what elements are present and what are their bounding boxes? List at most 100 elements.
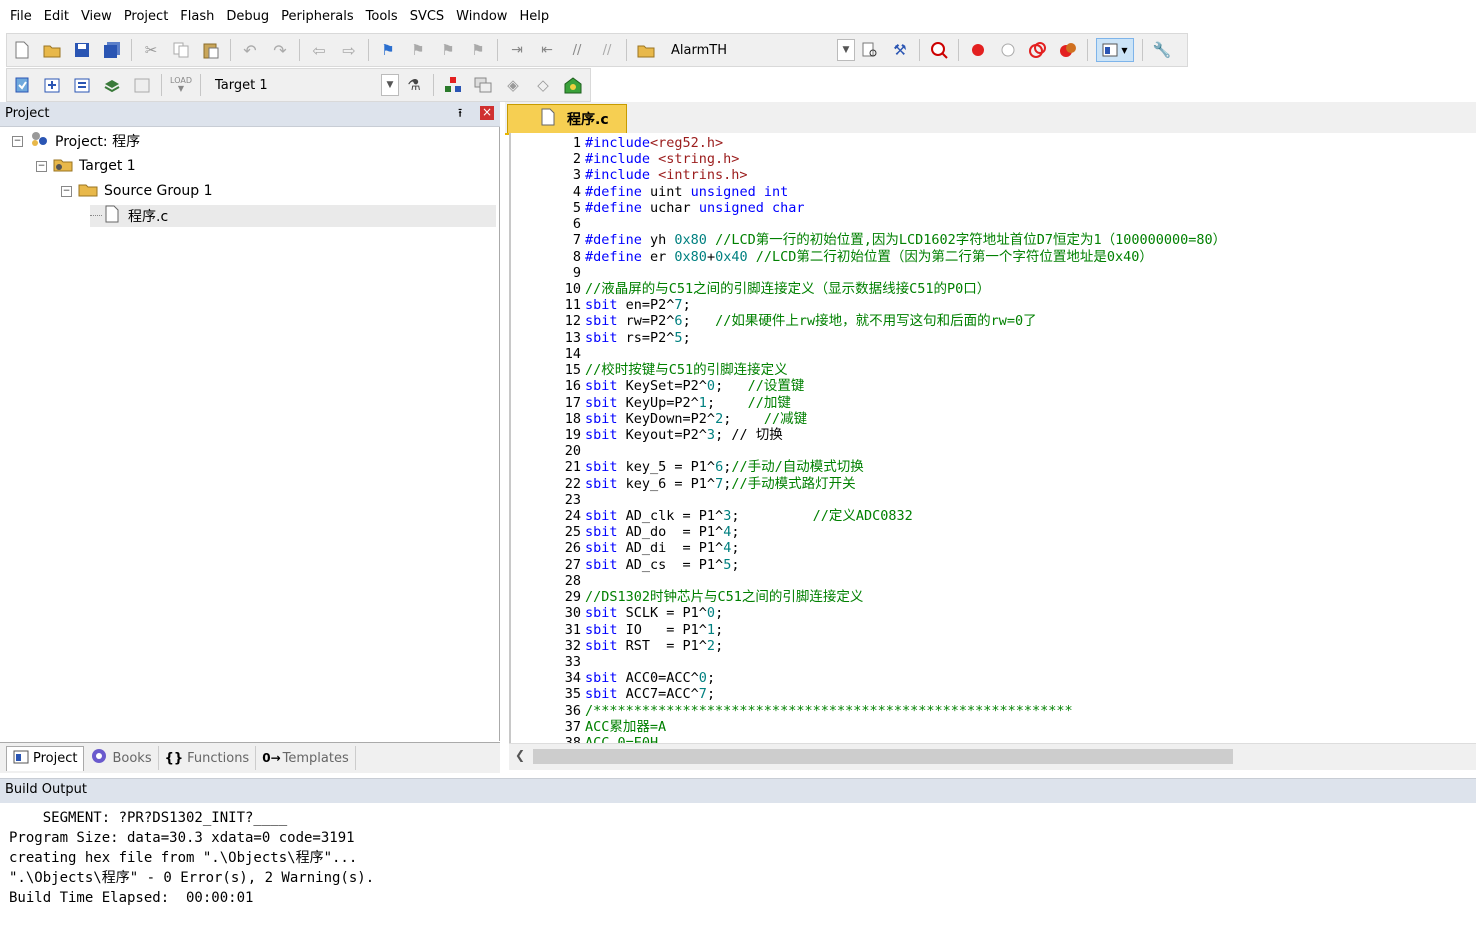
debug-session-icon[interactable] [928,39,950,61]
target-combo[interactable]: Target 1 ▼ [209,74,399,96]
manage-runtime-icon[interactable] [562,74,584,96]
bookmark-insert-icon[interactable]: ⚑ [377,39,399,61]
paste-icon[interactable] [200,39,222,61]
code-editor[interactable]: 1 #include<reg52.h> 2 #include <string.h> 3 #… [509,133,1476,743]
collapse-icon[interactable]: − [36,160,47,172]
tree-item-target[interactable]: − Target 1 [36,155,136,177]
window-layout-icon[interactable]: ▼ [1096,38,1134,62]
line-number: 19 [564,426,581,443]
comment-icon[interactable]: // [566,39,588,61]
configure-icon[interactable]: 🔧 [1151,39,1173,61]
menu-view[interactable]: View [76,9,117,24]
collapse-icon[interactable]: − [12,135,23,147]
editor-tab-active[interactable]: 程序.c [507,104,627,133]
horizontal-scrollbar[interactable]: ❮ [509,743,1476,770]
breakpoint-enable-icon[interactable] [997,39,1019,61]
pin-icon[interactable]: ⭱ [458,104,462,125]
menu-window[interactable]: Window [451,9,512,24]
tree-item-source-group[interactable]: − Source Group 1 [61,180,213,202]
breakpoint-insert-icon[interactable] [967,39,989,61]
cut-icon[interactable]: ✂ [140,39,162,61]
save-icon[interactable] [71,39,93,61]
find-icon[interactable] [859,39,881,61]
collapse-icon[interactable]: − [61,185,72,197]
undo-icon[interactable]: ↶ [239,39,261,61]
new-file-icon[interactable] [11,39,33,61]
menu-peripherals[interactable]: Peripherals [276,9,359,24]
find-combo[interactable]: AlarmTH ▼ [665,39,855,61]
rebuild-icon[interactable] [71,74,93,96]
code-line: 21 sbit key_5 = P1^6;//手动/自动模式切换 [511,459,1476,475]
menu-project[interactable]: Project [119,9,173,24]
nav-back-icon[interactable]: ⇦ [308,39,330,61]
menu-tools[interactable]: Tools [361,9,403,24]
code-line: 32 sbit RST = P1^2; [511,638,1476,654]
tab-templates[interactable]: 0→ Templates [256,746,356,770]
toolbar-separator [958,39,959,61]
code-line: 29//DS1302时钟芯片与C51之间的引脚连接定义 [511,589,1476,605]
tree-item-file[interactable]: 程序.c [90,205,496,227]
line-number: 12 [564,313,581,330]
menu-debug[interactable]: Debug [221,9,274,24]
toolbar-separator [497,39,498,61]
find-combo-value: AlarmTH [671,42,727,58]
uncomment-icon[interactable]: // [596,39,618,61]
copy-icon[interactable] [170,39,192,61]
unindent-icon[interactable]: ⇤ [536,39,558,61]
breakpoint-disable-all-icon[interactable] [1027,39,1049,61]
functions-icon: {} [164,750,184,766]
close-icon[interactable]: × [480,106,494,120]
incremental-find-icon[interactable]: ⚒ [889,39,911,61]
line-number: 8 [572,248,581,265]
menu-svcs[interactable]: SVCS [405,9,449,24]
select-packs-icon[interactable]: ◈ [502,74,524,96]
line-number: 11 [564,297,581,314]
line-text: sbit KeyUp=P2^1; //加键 [585,394,791,411]
tree-item-project[interactable]: − Project: 程序 [12,130,140,152]
indent-icon[interactable]: ⇥ [506,39,528,61]
menu-edit[interactable]: Edit [39,9,74,24]
tab-project[interactable]: Project [6,745,85,771]
menu-flash[interactable]: Flash [175,9,219,24]
file-icon [105,205,119,227]
code-line: 14 [511,346,1476,362]
stop-build-icon[interactable] [131,74,153,96]
tab-books[interactable]: Books [84,746,159,770]
open-folder-icon[interactable] [41,39,63,61]
menu-file[interactable]: File [5,9,37,24]
chevron-down-icon[interactable]: ▼ [837,39,855,61]
download-icon[interactable]: LOAD ▼ [170,74,192,96]
file-extensions-icon[interactable] [472,74,494,96]
nav-forward-icon[interactable]: ⇨ [338,39,360,61]
target-options-icon[interactable]: ⚗ [403,74,425,96]
line-number: 1 [572,135,581,151]
toolbar-file: ✂ ↶ ↷ ⇦ ⇨ ⚑ ⚑ ⚑ ⚑ ⇥ ⇤ // // AlarmTH ▼ ⚒ … [6,33,1188,67]
bookmark-prev-icon[interactable]: ⚑ [407,39,429,61]
chevron-down-icon[interactable]: ▼ [381,74,399,96]
line-number: 10 [564,280,581,297]
build-icon[interactable] [41,74,63,96]
line-text: sbit Keyout=P2^3; // 切换 [585,426,783,443]
scroll-left-icon[interactable]: ❮ [515,748,525,762]
scrollbar-thumb[interactable] [533,749,1233,764]
batch-build-icon[interactable] [101,74,123,96]
pack-installer-icon[interactable]: ◇ [532,74,554,96]
toolbar-separator [230,39,231,61]
tab-functions[interactable]: {} Functions [159,746,257,770]
bookmark-next-icon[interactable]: ⚑ [437,39,459,61]
find-in-files-icon[interactable] [635,39,657,61]
toolbar-separator [161,74,162,96]
code-line: 37 ACC累加器=A [511,719,1476,735]
line-text: sbit RST = P1^2; [585,637,724,654]
tree-connector [90,205,102,216]
menu-help[interactable]: Help [514,9,554,24]
translate-icon[interactable] [11,74,33,96]
bookmark-clear-icon[interactable]: ⚑ [467,39,489,61]
line-text: sbit IO = P1^1; [585,621,724,638]
redo-icon[interactable]: ↷ [269,39,291,61]
line-number: 20 [564,443,581,460]
breakpoint-kill-all-icon[interactable] [1057,39,1079,61]
build-output-panel[interactable]: SEGMENT: ?PR?DS1302_INIT?____ Program Siz… [0,803,1476,934]
manage-project-items-icon[interactable] [442,74,464,96]
save-all-icon[interactable] [101,39,123,61]
